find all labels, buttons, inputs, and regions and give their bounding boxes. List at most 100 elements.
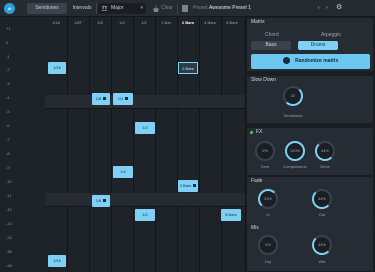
divider — [133, 17, 134, 272]
row-label: -24 — [6, 235, 12, 240]
cell-label: 1/8 — [95, 96, 102, 101]
chord-option[interactable]: Chord — [265, 32, 279, 38]
knob-value: 0% — [265, 242, 271, 247]
section-title: FX — [256, 129, 263, 135]
row-label: -8 — [6, 151, 10, 156]
divider — [155, 17, 156, 272]
fx-enabled-led[interactable] — [250, 131, 253, 134]
semitones-tab[interactable]: Semitones — [27, 3, 67, 14]
column-header[interactable]: 1/16 — [45, 17, 67, 28]
grid-cell[interactable]: 2 Bars — [178, 180, 198, 192]
divider — [89, 17, 90, 272]
divider — [111, 17, 112, 272]
top-bar: AI Semitones Intervals Major ▾ Clear Pre… — [0, 0, 375, 17]
divider — [67, 17, 68, 272]
column-header[interactable]: 1/2 — [133, 17, 155, 28]
scale-value: Major — [111, 5, 124, 11]
divider — [199, 17, 200, 272]
knob-label: Out — [318, 212, 326, 217]
grid-cell[interactable]: 1/8 — [92, 195, 110, 207]
lock-icon[interactable] — [193, 184, 197, 188]
save-icon[interactable] — [182, 5, 188, 12]
column-header[interactable]: 1/4 — [111, 17, 133, 28]
arpeggio-option[interactable]: Arpeggio — [321, 32, 341, 38]
row-label: -2 — [6, 67, 10, 72]
randomize-label: Randomize matrix — [295, 58, 339, 64]
lock-icon[interactable] — [125, 97, 129, 101]
section-title: Slow Down — [251, 77, 277, 83]
grid-cell[interactable]: 1/2 — [135, 209, 155, 221]
row-label: -5 — [6, 109, 10, 114]
grid-cell[interactable]: 1/4 — [113, 93, 133, 105]
grid-cell[interactable]: 8 Bars — [221, 209, 241, 221]
section-title: Mix — [251, 225, 259, 231]
grid-cell[interactable]: 1/16 — [48, 62, 66, 74]
row-label: +1 — [6, 26, 11, 31]
lock-icon[interactable] — [103, 97, 107, 101]
grid-cell[interactable]: 1/2 — [135, 122, 155, 134]
knob-label: Semitones — [283, 113, 303, 118]
row-label: -6 — [6, 123, 10, 128]
intervals-tab[interactable]: Intervals — [70, 3, 94, 14]
divider — [221, 17, 222, 272]
shuffle-icon — [282, 57, 290, 65]
knob-value: 44% — [320, 148, 329, 153]
chevron-down-icon: ▾ — [140, 5, 143, 11]
row-label: -10 — [6, 179, 12, 184]
section-title: Matrix — [251, 19, 265, 25]
column-header[interactable]: 4 Bars — [199, 17, 221, 28]
next-preset-icon[interactable]: › — [326, 3, 328, 14]
column-header[interactable]: 8 Bars — [221, 17, 243, 28]
divider — [177, 3, 178, 14]
knob-value: 44% — [317, 196, 326, 201]
row-label: 0 — [6, 40, 9, 45]
row-label: -13 — [6, 221, 12, 226]
section-title: Fade — [251, 178, 263, 184]
grid-cell[interactable]: 2 Bars — [178, 62, 198, 74]
broom-icon[interactable] — [153, 5, 159, 12]
slowdown-section: Slow Down — [247, 76, 373, 123]
row-label: -36 — [6, 249, 12, 254]
keyboard-icon — [102, 6, 107, 11]
prev-preset-icon[interactable]: ‹ — [318, 3, 320, 14]
divider — [96, 3, 97, 14]
cell-label: 1/8 — [95, 198, 102, 203]
app-logo: AI — [4, 3, 15, 14]
drums-toggle[interactable]: Drums — [298, 41, 338, 50]
row-label: -12 — [6, 207, 12, 212]
row-label: -7 — [6, 137, 10, 142]
settings-icon[interactable]: ⚙ — [336, 3, 342, 13]
grid-cell[interactable]: 1/4 — [113, 166, 133, 178]
divider — [177, 17, 178, 272]
randomize-button[interactable]: Randomize matrix — [251, 54, 370, 69]
column-header[interactable]: 1 Bar — [155, 17, 177, 28]
cell-label: 1/4 — [117, 96, 124, 101]
knob-value: 0% — [262, 148, 268, 153]
lock-icon[interactable] — [103, 199, 107, 203]
row-label: -11 — [6, 193, 12, 198]
preset-name[interactable]: Awesome Preset 1 — [209, 3, 251, 14]
grid-cell[interactable]: 1/16 — [48, 255, 66, 267]
knob-value: 100% — [289, 148, 301, 153]
knob-value: 44% — [317, 242, 326, 247]
row-label: -1 — [6, 54, 10, 59]
knob-value: 22 — [290, 93, 296, 98]
column-header[interactable]: 1/8T — [67, 17, 89, 28]
row-label: -4 — [6, 95, 10, 100]
preset-label: Preset — [193, 5, 208, 11]
knob-label: Wet — [318, 259, 326, 264]
row-label: -48 — [6, 263, 12, 268]
grid-row — [45, 95, 245, 109]
knob-label: Drive — [320, 164, 330, 169]
scale-dropdown[interactable]: Major ▾ — [98, 3, 146, 14]
column-header[interactable]: 2 Bars — [177, 17, 199, 28]
grid-cell[interactable]: 1/8 — [92, 93, 110, 105]
cell-label: 2 Bars — [179, 183, 192, 188]
row-label: -9 — [6, 165, 10, 170]
knob-label: Compression — [283, 164, 307, 169]
column-header[interactable]: 1/8 — [89, 17, 111, 28]
knob-label: In — [266, 212, 270, 217]
knob-label: Dry — [264, 259, 272, 264]
clear-button[interactable]: Clear — [161, 3, 173, 14]
bass-toggle[interactable]: Bass — [251, 41, 291, 50]
